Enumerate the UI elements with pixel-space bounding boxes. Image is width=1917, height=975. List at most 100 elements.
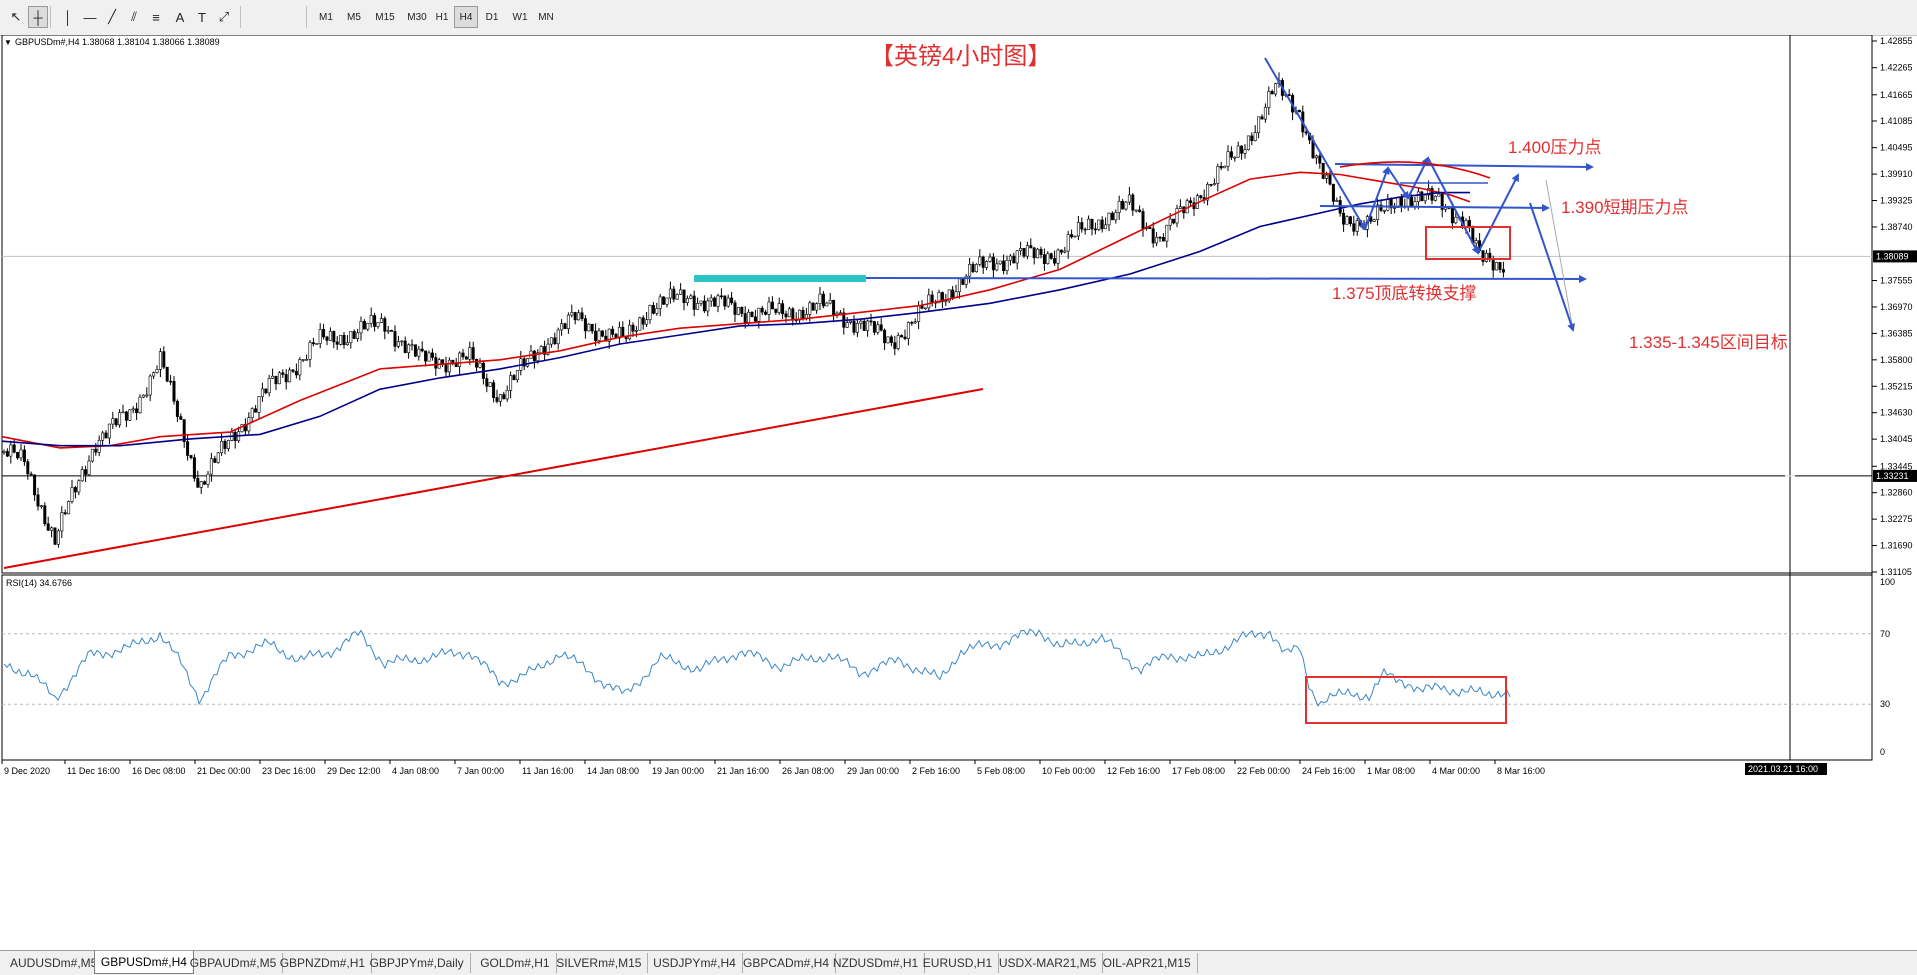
chart-tab[interactable]: EURUSD,H1 bbox=[917, 953, 1000, 973]
chart-tab[interactable]: NZDUSDm#,H1 bbox=[827, 953, 926, 973]
candle-body bbox=[1029, 245, 1033, 249]
chart-tab[interactable]: GBPNZDm#,H1 bbox=[274, 953, 373, 973]
time-tick-label: 8 Mar 16:00 bbox=[1497, 766, 1545, 776]
candle-body bbox=[859, 320, 863, 324]
candle-body bbox=[774, 308, 778, 313]
candle-body bbox=[658, 296, 662, 309]
candle-body bbox=[1100, 219, 1104, 230]
candle-body bbox=[1325, 174, 1329, 179]
candle-body bbox=[1059, 249, 1063, 253]
candle-body bbox=[369, 315, 373, 324]
shapes-dropdown-icon[interactable]: ⤢ bbox=[214, 6, 234, 28]
candle-body bbox=[1495, 262, 1499, 271]
time-tick-label: 11 Jan 16:00 bbox=[522, 766, 573, 776]
chart-tab[interactable]: OIL-APR21,M15 bbox=[1097, 953, 1198, 973]
candle-body bbox=[893, 342, 897, 349]
chart-tab[interactable]: GOLDm#,H1 bbox=[474, 953, 557, 973]
candle-body bbox=[1022, 248, 1026, 257]
candle-body bbox=[740, 306, 744, 314]
crosshair-icon[interactable]: ┼ bbox=[28, 6, 48, 28]
timeframe-h1-button[interactable]: H1 bbox=[430, 6, 454, 28]
cursor-arrow-icon[interactable]: ↖ bbox=[6, 6, 26, 28]
chart-tab[interactable]: GBPUSDm#,H4 bbox=[93, 951, 194, 974]
candle-body bbox=[587, 323, 591, 332]
timeframe-m15-button[interactable]: M15 bbox=[370, 6, 400, 28]
chart-tab[interactable]: GBPAUDm#,M5 bbox=[184, 953, 284, 973]
candle-body bbox=[417, 348, 421, 357]
candle-body bbox=[770, 301, 774, 310]
text-label-icon[interactable]: T bbox=[192, 6, 212, 28]
timeframe-m5-button[interactable]: M5 bbox=[342, 6, 366, 28]
timeframe-m30-button[interactable]: M30 bbox=[402, 6, 432, 28]
trendline-icon[interactable]: ╱ bbox=[102, 6, 122, 28]
fibonacci-icon[interactable]: ≡ bbox=[146, 6, 166, 28]
chart-tab[interactable]: SILVERm#,M15 bbox=[550, 953, 649, 973]
candle-body bbox=[1036, 248, 1040, 259]
candle-body bbox=[1032, 247, 1036, 259]
crosshair-time-label: 2021.03.21 16:00 bbox=[1748, 764, 1818, 774]
candle-body bbox=[492, 382, 496, 398]
candle-body bbox=[764, 311, 768, 315]
toolbar: ↖ ┼ │ — ╱ ⫽ ≡ A T ⤢ M1 M5 M15 M30 H1 H4 D1 W1 MN bbox=[0, 0, 1917, 36]
candle-body bbox=[672, 288, 676, 300]
candle-body bbox=[1399, 196, 1403, 208]
channel-icon[interactable]: ⫽ bbox=[124, 6, 144, 28]
candle-body bbox=[339, 334, 343, 345]
chart-tab[interactable]: USDJPYm#,H4 bbox=[647, 953, 743, 973]
candle-body bbox=[787, 308, 791, 318]
candle-body bbox=[706, 300, 710, 312]
candle-body bbox=[175, 400, 179, 417]
chart-tab[interactable]: GBPJPYm#,Daily bbox=[364, 953, 471, 973]
candle-body bbox=[961, 278, 965, 285]
candle-body bbox=[1416, 191, 1420, 202]
candle-body bbox=[1314, 155, 1318, 159]
candle-body bbox=[1141, 211, 1145, 230]
candle-body bbox=[692, 295, 696, 310]
chart-window[interactable]: 1.42855 1.42265 1.41665 1.41085 1.40495 1.399… bbox=[0, 34, 1917, 950]
candle-body bbox=[944, 300, 948, 303]
text-icon[interactable]: A bbox=[170, 6, 190, 28]
timeframe-w1-button[interactable]: W1 bbox=[508, 6, 532, 28]
price-tick-label: 1.41085 bbox=[1880, 116, 1913, 126]
candle-body bbox=[182, 419, 186, 442]
candle-body bbox=[158, 351, 162, 370]
candle-body bbox=[12, 444, 16, 453]
resistance-zone-box bbox=[694, 275, 866, 282]
candle-body bbox=[1090, 218, 1094, 230]
candle-body bbox=[1328, 174, 1332, 185]
time-tick-label: 9 Dec 2020 bbox=[4, 766, 50, 776]
candle-body bbox=[145, 394, 149, 397]
candle-body bbox=[1212, 183, 1216, 186]
candle-body bbox=[403, 340, 407, 353]
candle-body bbox=[162, 351, 166, 368]
chart-tab[interactable]: USDX-MAR21,M5 bbox=[993, 953, 1104, 973]
candle-body bbox=[638, 317, 642, 331]
timeframe-h4-button[interactable]: H4 bbox=[454, 6, 478, 28]
candle-body bbox=[862, 320, 866, 331]
candle-body bbox=[288, 369, 292, 383]
timeframe-mn-button[interactable]: MN bbox=[534, 6, 558, 28]
chart-tab[interactable]: GBPCADm#,H4 bbox=[737, 953, 837, 973]
candle-body bbox=[566, 314, 570, 329]
horizontal-line-icon[interactable]: — bbox=[80, 6, 100, 28]
candle-body bbox=[808, 302, 812, 315]
candle-body bbox=[277, 372, 281, 385]
candle-body bbox=[1199, 195, 1203, 198]
candle-body bbox=[46, 523, 50, 531]
candle-body bbox=[70, 487, 74, 502]
chart-tab[interactable]: AUDUSDm#,M5 bbox=[4, 953, 105, 973]
candle-body bbox=[784, 313, 788, 318]
price-pane[interactable] bbox=[1, 34, 1873, 574]
candle-body bbox=[1216, 166, 1220, 184]
timeframe-d1-button[interactable]: D1 bbox=[480, 6, 504, 28]
rsi-pane[interactable] bbox=[1, 574, 1873, 761]
candle-body bbox=[196, 477, 200, 488]
timeframe-m1-button[interactable]: M1 bbox=[314, 6, 338, 28]
candle-body bbox=[1066, 234, 1070, 252]
candle-body bbox=[488, 382, 492, 387]
candle-body bbox=[209, 458, 213, 475]
candle-body bbox=[1454, 216, 1458, 224]
candle-body bbox=[468, 347, 472, 360]
candle-body bbox=[777, 303, 781, 313]
vertical-line-icon[interactable]: │ bbox=[58, 6, 78, 28]
